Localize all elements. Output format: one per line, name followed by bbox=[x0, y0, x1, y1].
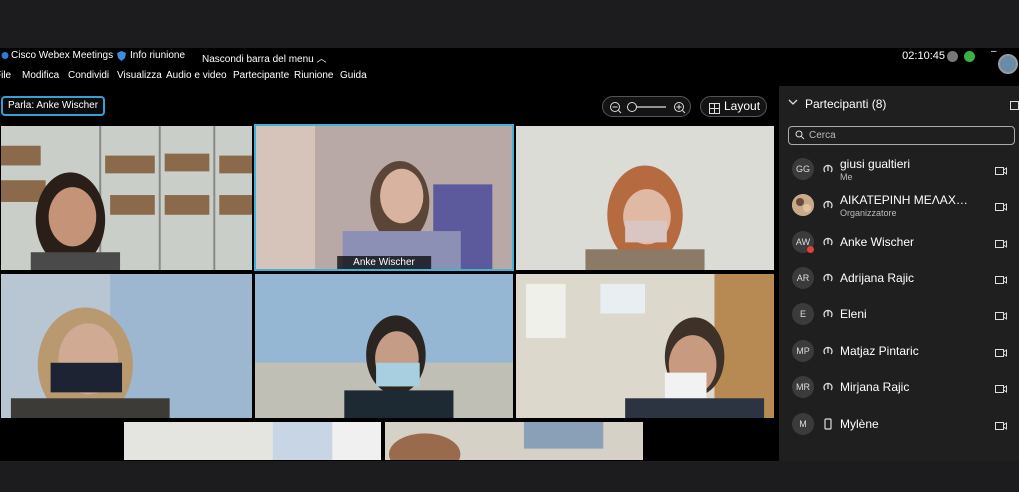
menu-file[interactable]: File bbox=[0, 70, 11, 81]
participant-row[interactable]: AW Anke Wischer bbox=[779, 224, 1019, 260]
participant-row[interactable]: GG giusi gualtieri Me bbox=[779, 151, 1019, 187]
zoom-out-icon bbox=[610, 102, 622, 114]
participant-row[interactable]: ΑΙΚΑΤΕΡΙΝΗ ΜΕΛΑΧΡΟΙ... Organizzatore bbox=[779, 187, 1019, 223]
audio-connected-icon bbox=[822, 235, 834, 247]
video-tile[interactable] bbox=[515, 273, 775, 419]
host-badge-icon bbox=[807, 246, 814, 253]
video-camera-icon[interactable] bbox=[995, 236, 1007, 248]
participant-row[interactable]: M Mylène bbox=[779, 406, 1019, 442]
search-icon bbox=[795, 130, 805, 143]
shield-icon bbox=[117, 51, 126, 64]
audio-connected-icon bbox=[822, 344, 834, 356]
popout-icon[interactable] bbox=[1010, 97, 1019, 115]
meeting-clock: 02:10:45 bbox=[902, 50, 945, 62]
phone-icon bbox=[822, 417, 834, 430]
avatar: M bbox=[792, 413, 814, 435]
video-tile[interactable] bbox=[0, 125, 253, 271]
participant-name: Matjaz Pintaric bbox=[840, 344, 919, 358]
participant-row[interactable]: MP Matjaz Pintaric bbox=[779, 333, 1019, 369]
participant-row[interactable]: MR Mirjana Rajic bbox=[779, 369, 1019, 405]
participants-panel: Partecipanti (8) Cerca GG giusi gualtier… bbox=[779, 86, 1019, 461]
avatar: MP bbox=[792, 340, 814, 362]
audio-connected-icon bbox=[822, 307, 834, 319]
bottom-screen-band bbox=[0, 461, 1019, 492]
webex-logo-icon bbox=[1, 51, 9, 60]
video-tile-active-speaker[interactable]: Anke Wischer bbox=[254, 124, 514, 271]
zoom-slider-handle bbox=[627, 102, 637, 112]
menu-partecipante[interactable]: Partecipante bbox=[233, 70, 289, 81]
participants-title: Partecipanti (8) bbox=[805, 97, 887, 111]
network-status-icon bbox=[964, 51, 975, 62]
layout-grid-icon bbox=[709, 101, 720, 120]
participant-name: Adrijana Rajic bbox=[840, 271, 915, 285]
audio-connected-icon bbox=[822, 162, 834, 174]
avatar bbox=[792, 194, 814, 216]
active-speaker-indicator: Parla: Anke Wischer bbox=[1, 96, 106, 116]
collapse-chevron-icon[interactable] bbox=[788, 97, 798, 110]
search-placeholder: Cerca bbox=[809, 130, 836, 141]
video-camera-icon[interactable] bbox=[995, 418, 1007, 430]
layout-label: Layout bbox=[724, 99, 761, 113]
status-icon bbox=[947, 51, 958, 62]
participant-role: Organizzatore bbox=[840, 208, 897, 218]
audio-connected-icon bbox=[822, 380, 834, 392]
avatar: MR bbox=[792, 376, 814, 398]
meeting-info-link[interactable]: Info riunione bbox=[130, 50, 185, 61]
video-camera-icon[interactable] bbox=[995, 345, 1007, 357]
participant-name: Anke Wischer bbox=[840, 235, 915, 249]
video-tile[interactable] bbox=[254, 273, 514, 419]
speaking-name: Anke Wischer bbox=[36, 100, 99, 111]
participant-name: ΑΙΚΑΤΕΡΙΝΗ ΜΕΛΑΧΡΟΙ... bbox=[840, 193, 975, 207]
minimize-icon[interactable]: – bbox=[991, 46, 997, 57]
participant-row[interactable]: E Eleni bbox=[779, 296, 1019, 332]
title-bar: Cisco Webex Meetings Info riunione Nasco… bbox=[0, 46, 1019, 74]
menu-audio-video[interactable]: Audio e video bbox=[166, 70, 227, 81]
video-tile[interactable] bbox=[123, 421, 382, 461]
user-avatar[interactable] bbox=[998, 54, 1018, 74]
zoom-in-icon bbox=[674, 102, 686, 114]
menu-guida[interactable]: Guida bbox=[340, 70, 367, 81]
participant-name: Eleni bbox=[840, 307, 867, 321]
avatar: E bbox=[792, 303, 814, 325]
participant-search-input[interactable]: Cerca bbox=[788, 126, 1015, 145]
hide-menu-bar-button[interactable]: Nascondi barra del menu ︿ bbox=[202, 50, 327, 65]
video-tile[interactable] bbox=[0, 273, 253, 419]
menu-condividi[interactable]: Condividi bbox=[68, 70, 109, 81]
app-name: Cisco Webex Meetings bbox=[11, 50, 114, 61]
menu-visualizza[interactable]: Visualizza bbox=[117, 70, 162, 81]
audio-connected-icon bbox=[822, 198, 834, 210]
active-speaker-name-label: Anke Wischer bbox=[337, 256, 431, 269]
top-screen-band bbox=[0, 0, 1019, 48]
video-tile[interactable] bbox=[384, 421, 644, 461]
layout-button[interactable]: Layout bbox=[700, 96, 767, 117]
video-tile[interactable] bbox=[515, 125, 775, 271]
video-camera-icon[interactable] bbox=[995, 381, 1007, 393]
video-camera-icon[interactable] bbox=[995, 199, 1007, 211]
participant-role: Me bbox=[840, 172, 853, 182]
audio-connected-icon bbox=[822, 271, 834, 283]
participant-name: giusi gualtieri bbox=[840, 157, 911, 171]
participant-name: Mirjana Rajic bbox=[840, 380, 910, 394]
menu-modifica[interactable]: Modifica bbox=[22, 70, 59, 81]
chevron-up-icon: ︿ bbox=[316, 54, 327, 65]
participant-name: Mylène bbox=[840, 417, 879, 431]
video-zoom-control bbox=[602, 96, 691, 117]
video-camera-icon[interactable] bbox=[995, 272, 1007, 284]
video-camera-icon[interactable] bbox=[995, 308, 1007, 320]
avatar: AR bbox=[792, 267, 814, 289]
speaking-prefix: Parla: bbox=[8, 100, 35, 111]
participant-row[interactable]: AR Adrijana Rajic bbox=[779, 260, 1019, 296]
avatar: GG bbox=[792, 158, 814, 180]
menu-riunione[interactable]: Riunione bbox=[294, 70, 333, 81]
video-camera-icon[interactable] bbox=[995, 163, 1007, 175]
